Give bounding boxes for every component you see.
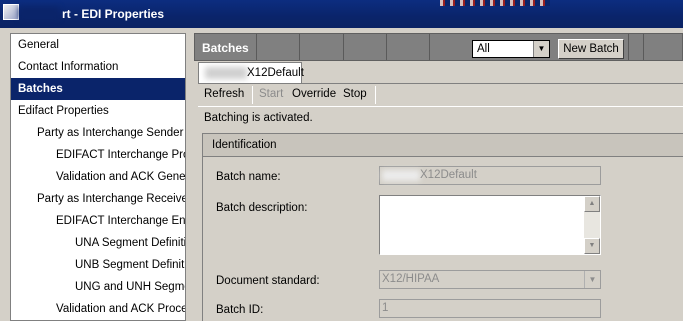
title-bar-artifact <box>440 0 550 6</box>
sidebar-item-edifact-properties[interactable]: Edifact Properties <box>11 100 185 122</box>
batch-description-label: Batch description: <box>216 202 308 214</box>
sidebar-item-unb-segment-definition[interactable]: UNB Segment Definitio <box>11 254 185 276</box>
sidebar-item-edifact-interchange-processing[interactable]: EDIFACT Interchange Proc <box>11 144 185 166</box>
header-divider <box>628 34 629 60</box>
sidebar-item-ung-and-unh-segment[interactable]: UNG and UNH Segme <box>11 276 185 298</box>
tab-x12default[interactable]: X12Default <box>198 62 304 83</box>
batch-name-value: X12Default <box>420 169 477 181</box>
sidebar-nav: General Contact Information Batches Edif… <box>10 33 186 321</box>
identification-section-header[interactable]: Identification <box>202 133 683 157</box>
sidebar-item-party-as-interchange-receiver[interactable]: Party as Interchange Receiver <box>11 188 185 210</box>
batch-id-field[interactable]: 1 <box>379 299 601 318</box>
section-title: Identification <box>212 139 277 151</box>
scroll-up-arrow-icon[interactable]: ▲ <box>584 196 600 212</box>
toolbar-separator <box>375 86 376 104</box>
app-icon <box>3 4 19 20</box>
start-button[interactable]: Start <box>259 88 283 100</box>
dropdown-arrow-icon[interactable]: ▼ <box>584 271 600 288</box>
document-standard-value: X12/HIPAA <box>382 273 440 285</box>
redacted-name <box>19 7 59 19</box>
batch-filter-value: All <box>477 43 490 55</box>
batches-panel: Batches All ▼ New Batch X12Default Refre… <box>194 33 683 321</box>
sidebar-item-contact-information[interactable]: Contact Information <box>11 56 185 78</box>
window-title: rt - EDI Properties <box>62 7 165 21</box>
dropdown-arrow-icon[interactable]: ▼ <box>533 41 549 57</box>
redacted-party-name <box>205 67 247 79</box>
header-divider <box>643 34 644 60</box>
redacted-party-name <box>382 170 420 181</box>
batch-filter-select[interactable]: All ▼ <box>472 40 550 58</box>
batch-name-label: Batch name: <box>216 171 281 183</box>
batches-header: Batches All ▼ New Batch <box>194 33 683 61</box>
batch-id-label: Batch ID: <box>216 304 264 316</box>
sidebar-item-una-segment-definition[interactable]: UNA Segment Definitio <box>11 232 185 254</box>
header-divider <box>343 34 344 60</box>
sidebar-item-validation-and-ack-processing[interactable]: Validation and ACK Proces <box>11 298 185 320</box>
toolbar-separator <box>252 86 253 104</box>
new-batch-button[interactable]: New Batch <box>558 39 624 59</box>
document-standard-label: Document standard: <box>216 275 320 287</box>
override-button[interactable]: Override <box>292 88 336 100</box>
refresh-button[interactable]: Refresh <box>204 88 244 100</box>
title-bar: rt - EDI Properties <box>0 0 683 28</box>
batching-status-text: Batching is activated. <box>204 112 313 124</box>
header-divider <box>256 34 257 60</box>
sidebar-item-edifact-interchange-envelope[interactable]: EDIFACT Interchange Env <box>11 210 185 232</box>
sidebar-item-party-as-interchange-sender[interactable]: Party as Interchange Sender <box>11 122 185 144</box>
stop-button[interactable]: Stop <box>343 88 367 100</box>
description-scrollbar[interactable]: ▲ ▼ <box>584 196 600 254</box>
batches-header-title: Batches <box>202 41 249 55</box>
sidebar-item-general[interactable]: General <box>11 34 185 56</box>
batch-name-field[interactable]: X12Default <box>379 166 601 185</box>
document-standard-select[interactable]: X12/HIPAA ▼ <box>379 270 601 289</box>
header-divider <box>299 34 300 60</box>
header-divider <box>386 34 387 60</box>
header-divider <box>429 34 430 60</box>
batch-toolbar: Refresh Start Override Stop <box>198 83 683 107</box>
tab-label: X12Default <box>247 67 304 79</box>
sidebar-item-batches[interactable]: Batches <box>11 78 185 100</box>
scroll-down-arrow-icon[interactable]: ▼ <box>584 238 600 254</box>
sidebar-item-validation-and-ack-generation[interactable]: Validation and ACK Genera <box>11 166 185 188</box>
batch-description-textarea[interactable]: ▲ ▼ <box>379 195 601 255</box>
batch-id-value: 1 <box>382 302 389 314</box>
